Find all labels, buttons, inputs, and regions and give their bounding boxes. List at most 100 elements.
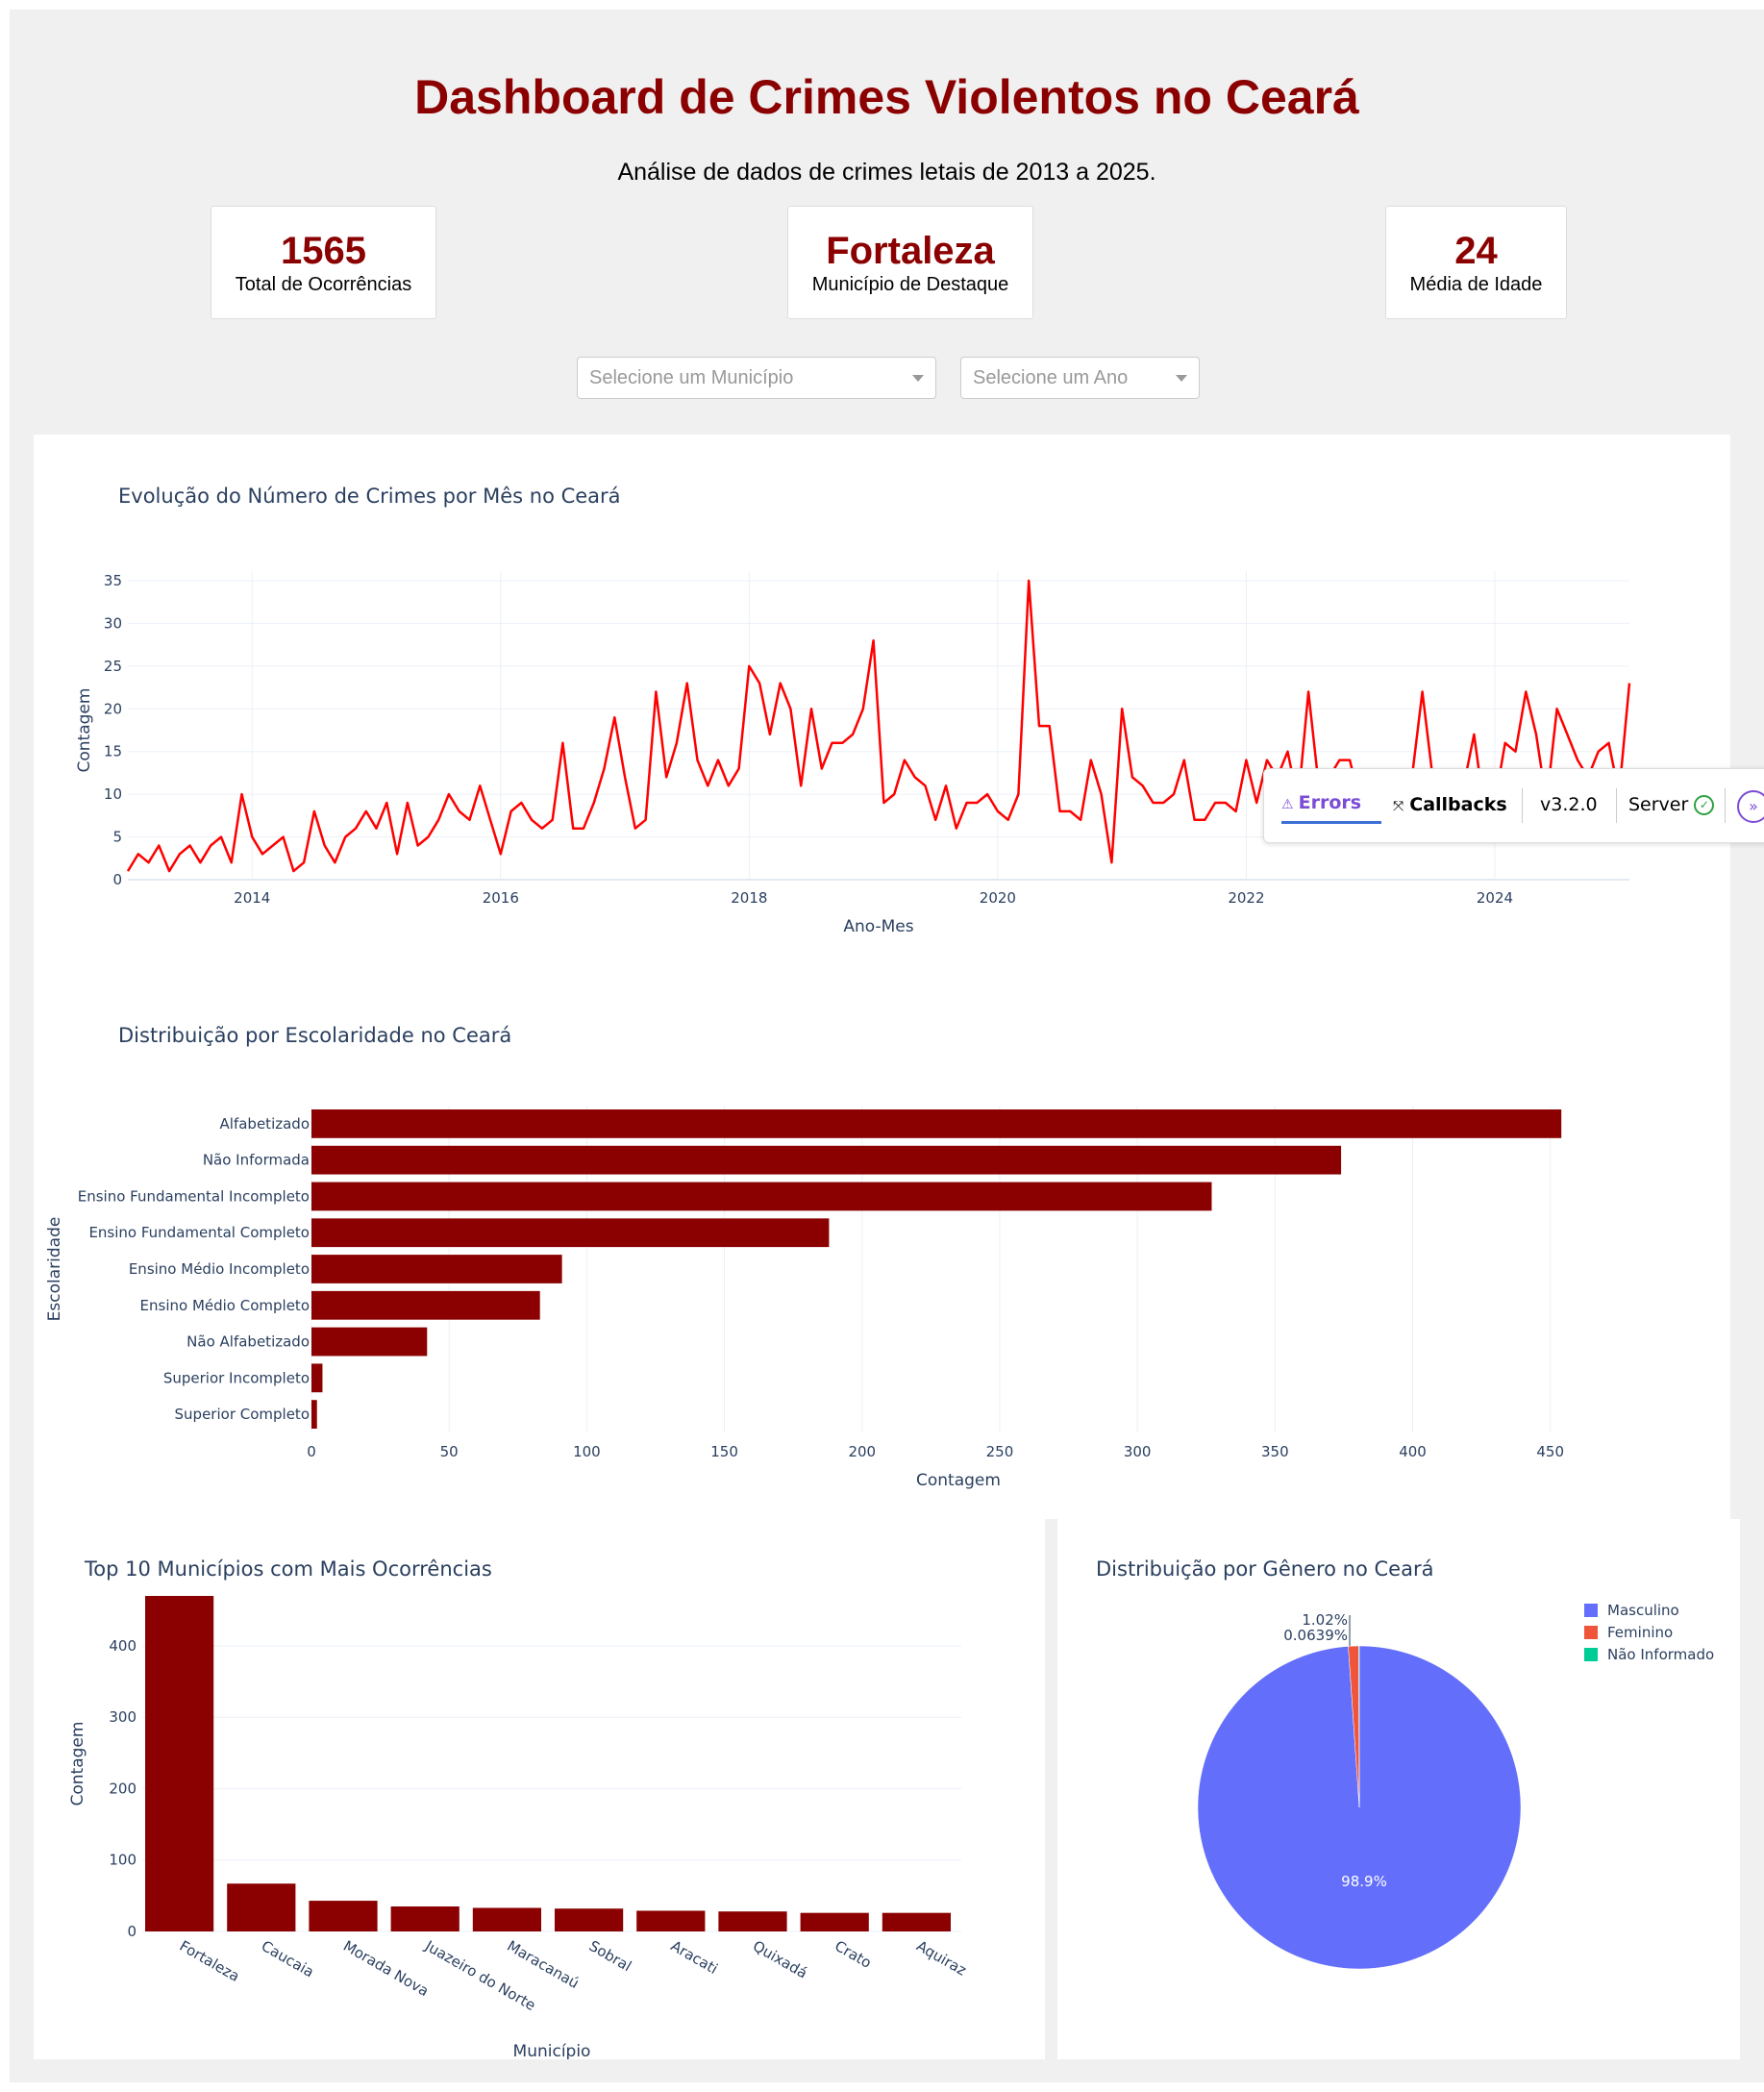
x-tick-label: 2018 [731, 889, 767, 907]
y-axis-title: Contagem [75, 688, 94, 773]
slice-label: 0.0639% [1283, 1627, 1348, 1644]
legend-swatch [1584, 1648, 1598, 1661]
escolaridade-chart-title: Distribuição por Escolaridade no Ceará [118, 1024, 512, 1047]
municipios-chart: 0 100 200 300 400 Fortaleza Caucaia Morada Nova… [68, 1596, 969, 2059]
x-tick-label: 150 [710, 1443, 738, 1460]
divider [1616, 788, 1617, 823]
bar [311, 1182, 1212, 1211]
bar [227, 1883, 296, 1931]
x-axis-title: Ano-Mes [843, 917, 913, 936]
x-tick-label: Morada Nova [340, 1937, 432, 2000]
legend-swatch [1584, 1626, 1598, 1639]
y-axis-title: Contagem [68, 1722, 87, 1806]
legend-label: Masculino [1607, 1602, 1679, 1619]
x-tick-label: Quixadá [750, 1937, 810, 1982]
callbacks-icon: ⤧ [1393, 799, 1404, 814]
errors-tab[interactable]: ⚠ Errors [1281, 792, 1381, 824]
y-tick-label: 100 [109, 1852, 137, 1869]
bar [309, 1901, 378, 1931]
legend-swatch [1584, 1604, 1598, 1617]
y-tick-label: 15 [104, 743, 122, 760]
x-tick-label: Fortaleza [177, 1937, 243, 1985]
y-tick-label: Superior Incompleto [163, 1369, 310, 1386]
y-tick-label: Não Informada [203, 1152, 310, 1169]
x-tick-label: 350 [1261, 1443, 1289, 1460]
y-tick-label: 20 [104, 700, 122, 717]
bar [555, 1908, 624, 1931]
x-tick-label: 400 [1399, 1443, 1427, 1460]
x-tick-label: Sobral [586, 1937, 634, 1975]
x-tick-label: 2024 [1477, 889, 1513, 907]
x-tick-label: Aracati [668, 1937, 721, 1978]
y-tick-label: 5 [112, 829, 122, 846]
x-tick-label: 2022 [1228, 889, 1264, 907]
server-label: Server [1628, 794, 1689, 815]
callbacks-label: Callbacks [1409, 794, 1507, 815]
bar [636, 1910, 706, 1931]
slice-label: 98.9% [1341, 1873, 1387, 1890]
x-tick-label: 0 [307, 1443, 316, 1460]
y-tick-label: Superior Completo [175, 1406, 310, 1423]
version-label: v3.2.0 [1540, 794, 1598, 815]
bar [145, 1596, 214, 1931]
errors-label: Errors [1298, 792, 1362, 813]
legend-label: Não Informado [1607, 1646, 1714, 1663]
y-tick-label: Ensino Fundamental Incompleto [78, 1187, 310, 1205]
bar [311, 1363, 323, 1393]
y-axis-title: Escolaridade [45, 1217, 64, 1322]
escolaridade-chart: 0 50 100 150 200 250 300 350 400 450 Alfabetizado N… [45, 1106, 1564, 1490]
x-tick-label: 2020 [980, 889, 1016, 907]
y-tick-label: Ensino Médio Completo [140, 1297, 310, 1314]
x-tick-label: Aquiraz [913, 1937, 969, 1980]
x-tick-label: 2014 [234, 889, 270, 907]
bar [311, 1109, 1562, 1138]
expand-icon[interactable]: » [1737, 790, 1764, 823]
bar [311, 1327, 428, 1357]
callbacks-tab[interactable]: ⤧ Callbacks [1393, 794, 1507, 815]
x-axis-title: Contagem [916, 1471, 1001, 1490]
x-tick-label: Maracanaú [504, 1937, 582, 1992]
bar [472, 1907, 541, 1931]
bar [311, 1145, 1342, 1175]
x-tick-label: 450 [1536, 1443, 1564, 1460]
x-tick-label: 50 [440, 1443, 459, 1460]
y-tick-label: 30 [104, 614, 122, 632]
x-tick-label: Caucaia [259, 1937, 317, 1981]
bar [390, 1906, 460, 1931]
x-tick-label: 100 [573, 1443, 601, 1460]
x-tick-label: 2016 [483, 889, 519, 907]
genero-chart: 98.9%1.02%0.0639%MasculinoFemininoNão In… [1197, 1602, 1714, 1970]
y-tick-label: 200 [109, 1780, 137, 1797]
legend-label: Feminino [1607, 1624, 1673, 1641]
x-axis-title: Município [513, 2042, 591, 2059]
y-tick-label: 300 [109, 1708, 137, 1726]
y-tick-label: Ensino Fundamental Completo [88, 1224, 310, 1241]
y-tick-label: 400 [109, 1637, 137, 1655]
y-tick-label: 0 [127, 1923, 137, 1940]
dev-tools-bar: ⚠ Errors ⤧ Callbacks v3.2.0 Server ✓ » [1263, 768, 1764, 843]
y-tick-label: Ensino Médio Incompleto [129, 1260, 310, 1278]
dashboard-page: Dashboard de Crimes Violentos no Ceará A… [10, 10, 1764, 2082]
bar [311, 1255, 562, 1283]
divider [1725, 788, 1726, 823]
y-tick-label: 0 [112, 871, 122, 888]
warning-icon: ⚠ [1281, 797, 1294, 812]
y-tick-label: 35 [104, 572, 122, 589]
bar [718, 1911, 787, 1931]
bar [311, 1400, 317, 1429]
server-status: Server ✓ [1628, 794, 1715, 815]
y-tick-label: 10 [104, 785, 122, 803]
y-tick-label: Não Alfabetizado [186, 1333, 310, 1351]
y-tick-label: Alfabetizado [220, 1115, 310, 1133]
bar [882, 1912, 951, 1931]
x-tick-label: Crato [832, 1937, 874, 1972]
x-tick-label: 200 [848, 1443, 876, 1460]
bar [800, 1912, 869, 1931]
bar [311, 1290, 540, 1320]
y-tick-label: 25 [104, 658, 122, 675]
divider [1522, 788, 1523, 823]
check-circle-icon: ✓ [1694, 795, 1715, 815]
bar [311, 1218, 830, 1248]
x-tick-label: 250 [986, 1443, 1014, 1460]
x-tick-label: 300 [1124, 1443, 1152, 1460]
